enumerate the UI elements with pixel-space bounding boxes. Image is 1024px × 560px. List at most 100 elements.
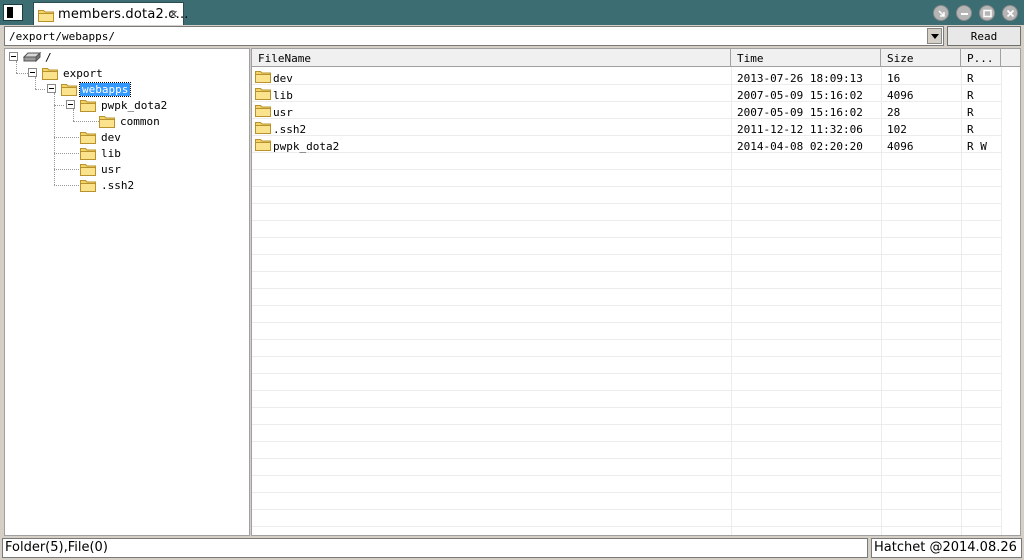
row-filename: usr	[273, 106, 293, 119]
empty-row	[252, 442, 1002, 459]
tree-expander[interactable]	[47, 84, 56, 93]
folder-icon	[80, 178, 96, 192]
close-icon	[1006, 9, 1015, 18]
folder-tree: / export webapps pwpk_dota2 common dev l…	[4, 48, 250, 536]
row-time: 2007-05-09 15:16:02	[737, 89, 863, 102]
column-header-size[interactable]: Size	[881, 49, 961, 67]
row-permission: R W	[967, 140, 987, 153]
tree-node-webapps[interactable]: webapps	[78, 82, 132, 97]
row-size: 28	[887, 106, 901, 119]
empty-row	[252, 357, 1002, 374]
path-text: /export/webapps/	[9, 30, 115, 43]
empty-row	[252, 221, 1002, 238]
folder-icon	[38, 8, 54, 22]
empty-row	[252, 204, 1002, 221]
restore-arrow-button[interactable]	[933, 5, 949, 21]
empty-row	[252, 272, 1002, 289]
row-size: 4096	[887, 89, 914, 102]
drive-icon	[22, 51, 42, 63]
tree-node-pwpk-dota2[interactable]: pwpk_dota2	[99, 99, 169, 112]
row-size: 102	[887, 123, 907, 136]
row-time: 2014-04-08 02:20:20	[737, 140, 863, 153]
tree-node-usr[interactable]: usr	[99, 163, 123, 176]
empty-row	[252, 170, 1002, 187]
status-left: Folder(5),File(0)	[2, 538, 868, 558]
folder-icon	[99, 114, 115, 128]
row-size: 16	[887, 72, 901, 85]
row-permission: R	[967, 123, 974, 136]
folder-icon	[255, 69, 271, 83]
empty-row	[252, 238, 1002, 255]
file-list: FileName Time Size P... dev 2013-07-26 1…	[251, 48, 1021, 536]
empty-row	[252, 340, 1002, 357]
tree-expander[interactable]	[66, 100, 75, 109]
folder-icon	[255, 103, 271, 117]
tree-node-dev[interactable]: dev	[99, 131, 123, 144]
row-time: 2011-12-12 11:32:06	[737, 123, 863, 136]
tree-node-export[interactable]: export	[61, 67, 105, 80]
maximize-button[interactable]	[979, 5, 995, 21]
tree-node-lib[interactable]: lib	[99, 147, 123, 160]
folder-icon	[80, 162, 96, 176]
empty-row	[252, 374, 1002, 391]
table-row[interactable]: usr 2007-05-09 15:16:02 28 R	[252, 102, 1002, 119]
row-filename: pwpk_dota2	[273, 140, 340, 153]
folder-icon	[42, 66, 58, 80]
empty-row	[252, 187, 1002, 204]
table-row[interactable]: .ssh2 2011-12-12 11:32:06 102 R	[252, 119, 1002, 136]
tab-members[interactable]: members.dota2.c... ✕	[33, 2, 188, 25]
row-size: 4096	[887, 140, 914, 153]
row-permission: R	[967, 89, 974, 102]
table-row[interactable]: lib 2007-05-09 15:16:02 4096 R	[252, 85, 1002, 102]
folder-icon	[80, 98, 96, 112]
tree-expander[interactable]	[9, 52, 18, 61]
row-permission: R	[967, 72, 974, 85]
close-button[interactable]	[1002, 5, 1018, 21]
column-header-filler	[1001, 49, 1020, 67]
row-filename: dev	[273, 72, 293, 85]
folder-icon	[255, 120, 271, 134]
row-filename: lib	[273, 89, 293, 102]
row-time: 2007-05-09 15:16:02	[737, 106, 863, 119]
empty-row	[252, 289, 1002, 306]
tab-close-icon[interactable]: ✕	[169, 8, 178, 21]
tree-node-root[interactable]: /	[43, 51, 54, 64]
row-permission: R	[967, 106, 974, 119]
panel-toggle-icon	[7, 7, 13, 18]
folder-icon	[255, 86, 271, 100]
empty-row	[252, 425, 1002, 442]
empty-row	[252, 323, 1002, 340]
empty-row	[252, 255, 1002, 272]
minimize-button[interactable]	[956, 5, 972, 21]
empty-row	[252, 527, 1002, 535]
tree-node-ssh2[interactable]: .ssh2	[99, 179, 136, 192]
table-row[interactable]: pwpk_dota2 2014-04-08 02:20:20 4096 R W	[252, 136, 1002, 153]
arrow-down-right-icon	[938, 10, 945, 17]
path-combobox[interactable]: /export/webapps/	[4, 26, 944, 46]
empty-row	[252, 306, 1002, 323]
panel-toggle-button[interactable]	[3, 4, 23, 21]
chevron-down-icon[interactable]	[927, 28, 942, 44]
column-header-permission[interactable]: P...	[961, 49, 1001, 67]
empty-row	[252, 493, 1002, 510]
minimize-icon	[961, 13, 968, 15]
folder-icon	[255, 137, 271, 151]
table-row[interactable]: dev 2013-07-26 18:09:13 16 R	[252, 68, 1002, 85]
tree-node-common[interactable]: common	[118, 115, 162, 128]
column-header-time[interactable]: Time	[731, 49, 881, 67]
folder-icon	[80, 146, 96, 160]
empty-row	[252, 408, 1002, 425]
column-header-filename[interactable]: FileName	[252, 49, 731, 67]
empty-row	[252, 510, 1002, 527]
empty-row	[252, 476, 1002, 493]
empty-row	[252, 459, 1002, 476]
maximize-icon	[983, 9, 992, 18]
tree-expander[interactable]	[28, 68, 37, 77]
read-button[interactable]: Read	[947, 26, 1021, 46]
empty-row	[252, 153, 1002, 170]
folder-icon	[80, 130, 96, 144]
row-time: 2013-07-26 18:09:13	[737, 72, 863, 85]
title-bar: members.dota2.c... ✕	[0, 0, 1024, 25]
row-filename: .ssh2	[273, 123, 307, 136]
status-right: Hatchet @2014.08.26	[871, 538, 1022, 558]
